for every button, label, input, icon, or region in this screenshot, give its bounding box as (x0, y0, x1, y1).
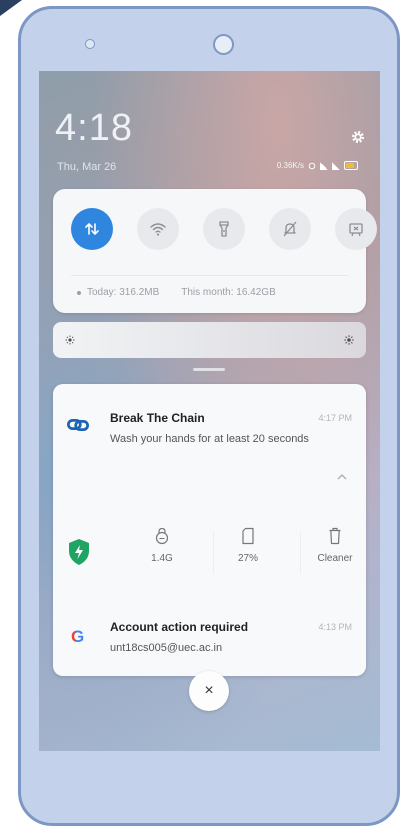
trash-icon (329, 527, 341, 545)
screenshot-toggle[interactable] (335, 208, 377, 250)
drag-handle[interactable] (193, 368, 225, 371)
google-logo: G (71, 627, 85, 646)
clear-notifications-button[interactable]: × (189, 671, 229, 711)
notification-body[interactable]: unt18cs005@uec.ac.in (110, 642, 222, 654)
chevron-up-icon[interactable] (336, 471, 348, 483)
cleaner-stat[interactable]: Cleaner (305, 527, 365, 564)
battery-icon (344, 161, 358, 170)
alarm-icon (308, 162, 316, 169)
notification-time: 4:17 PM (318, 413, 352, 423)
sensor-dot (85, 39, 95, 49)
settings-gear-icon[interactable] (350, 129, 366, 145)
brightness-low-icon (65, 335, 75, 345)
divider (213, 532, 214, 574)
data-usage-line: Today: 316.2MB This month: 16.42GB (77, 287, 276, 298)
date-label: Thu, Mar 26 (57, 161, 117, 173)
front-camera (213, 34, 234, 55)
memory-icon (155, 527, 169, 545)
phone-frame: 4:18 Thu, Mar 26 0.36K/s Today: 316.2MB … (18, 6, 400, 826)
storage-label: 27% (237, 553, 258, 564)
quick-settings-panel: Today: 316.2MB This month: 16.42GB (53, 189, 377, 313)
cleaner-label: Cleaner (317, 553, 353, 564)
memory-stat[interactable]: 1.4G (132, 527, 192, 564)
wifi-icon (150, 223, 166, 236)
security-shield-icon[interactable] (67, 538, 91, 566)
chain-link-icon (67, 419, 89, 431)
network-speed: 0.36K/s (276, 161, 304, 170)
flashlight-toggle[interactable] (203, 208, 245, 250)
storage-icon (242, 527, 254, 545)
signal-icon (332, 161, 340, 170)
notification-body[interactable]: Wash your hands for at least 20 seconds (110, 433, 309, 445)
mobile-data-toggle[interactable] (71, 208, 113, 250)
silent-toggle[interactable] (269, 208, 311, 250)
mobile-data-icon (85, 223, 99, 235)
storage-stat[interactable]: 27% (218, 527, 278, 564)
status-icons: 0.36K/s (277, 161, 358, 170)
notification-title[interactable]: Break The Chain (110, 411, 205, 425)
corner-arrow-decoration (0, 0, 22, 16)
notification-shade: 4:18 Thu, Mar 26 0.36K/s Today: 316.2MB … (39, 71, 380, 751)
wifi-toggle[interactable] (137, 208, 179, 250)
memory-label: 1.4G (151, 553, 173, 564)
brightness-high-icon (344, 335, 354, 345)
screenshot-icon (349, 223, 363, 237)
notification-time: 4:13 PM (318, 622, 352, 632)
usage-today: Today: 316.2MB (87, 287, 160, 298)
silent-icon (283, 221, 297, 237)
usage-month: This month: 16.42GB (181, 287, 276, 298)
divider (300, 532, 301, 574)
divider (71, 275, 348, 276)
usage-dot (77, 290, 81, 295)
notification-title[interactable]: Account action required (110, 620, 248, 634)
signal-icon (320, 161, 328, 170)
notification-list: Break The Chain 4:17 PM Wash your hands … (53, 384, 366, 676)
clock: 4:18 (55, 107, 133, 149)
brightness-slider[interactable] (53, 322, 366, 358)
flashlight-icon (219, 221, 229, 237)
